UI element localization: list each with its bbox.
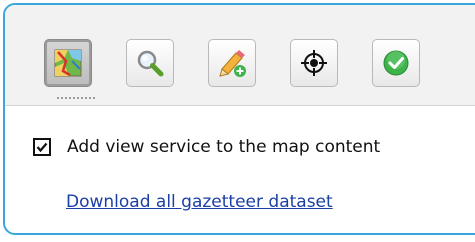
download-gazetteer-link[interactable]: Download all gazetteer dataset bbox=[66, 192, 333, 212]
active-indicator bbox=[57, 91, 95, 99]
map-icon bbox=[54, 49, 82, 77]
toolbar bbox=[5, 5, 475, 106]
locate-tool-button[interactable] bbox=[290, 39, 338, 87]
magnifier-icon bbox=[136, 49, 164, 77]
search-tool-button[interactable] bbox=[126, 39, 174, 87]
check-circle-icon bbox=[382, 49, 410, 77]
edit-add-tool-button[interactable] bbox=[208, 39, 256, 87]
map-tool-button[interactable] bbox=[44, 39, 92, 87]
checkmark-icon bbox=[36, 142, 48, 153]
add-view-service-checkbox[interactable] bbox=[33, 138, 51, 156]
crosshair-icon bbox=[300, 49, 328, 77]
add-view-service-label: Add view service to the map content bbox=[67, 137, 381, 157]
confirm-tool-button[interactable] bbox=[372, 39, 420, 87]
pencil-add-icon bbox=[217, 48, 247, 78]
tool-panel: Add view service to the map content Down… bbox=[3, 3, 475, 235]
add-view-service-option: Add view service to the map content bbox=[33, 136, 380, 158]
